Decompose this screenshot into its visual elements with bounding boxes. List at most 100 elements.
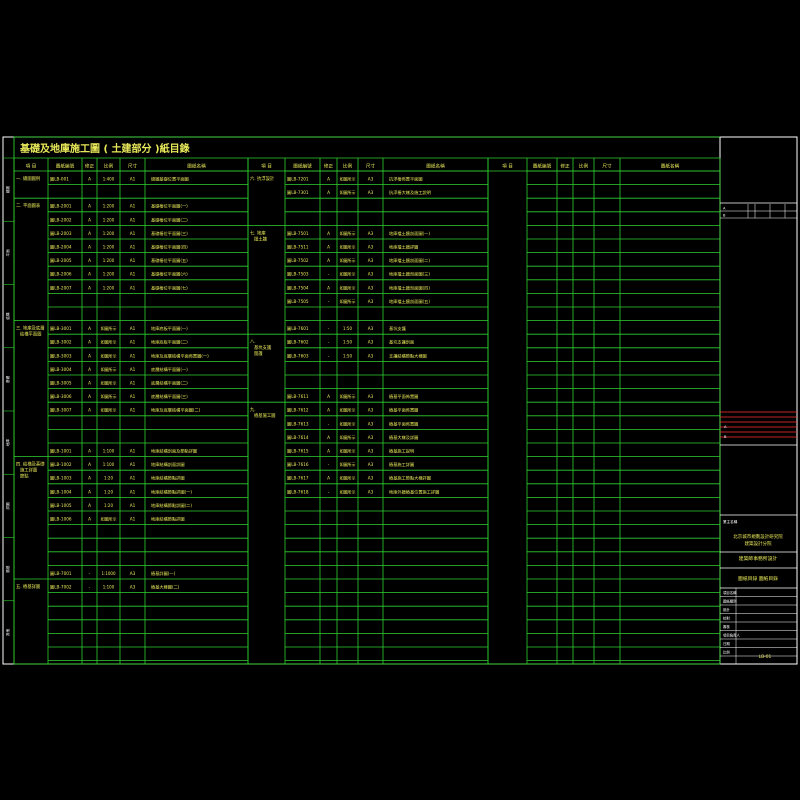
scale: 1:200: [103, 258, 115, 263]
size: A3: [368, 462, 374, 467]
size: A1: [130, 462, 136, 467]
scale: 如圖所示: [101, 393, 117, 399]
drawing-name: 基礎樁位平面圖(七): [151, 284, 188, 291]
drawing-name: 地庫擋土牆剖面圖(三): [389, 271, 430, 278]
drawing-name: 基礎樁位平面圖(六): [151, 271, 188, 278]
drawing-name: 基礎樁位平面圖(四): [151, 244, 188, 251]
size: A1: [130, 353, 136, 358]
section-label: 一. 總圖圖例: [16, 175, 40, 182]
section-label: 四. 結構及基礎: [16, 461, 45, 468]
drawing-name: 底層結構平面圖(三): [151, 393, 188, 400]
section-label: 三. 地庫及底層: [16, 325, 45, 332]
revision: A: [327, 449, 330, 454]
drawing-name: 支護結構節點大樣圖: [389, 352, 427, 359]
revision: A: [327, 231, 330, 236]
sidebar-label: 總圖: [5, 186, 10, 194]
scale: 如圖所示: [101, 407, 117, 413]
sidebar-label: 結構: [5, 312, 10, 320]
size: A3: [368, 177, 374, 182]
sidebar-label: 其他: [5, 628, 10, 636]
drawing-name: 地庫底板平面圖(二): [151, 339, 188, 346]
size: A1: [130, 381, 136, 386]
revision: A: [88, 462, 91, 467]
scale: 如圖所示: [340, 230, 356, 236]
header-cell: 修正: [85, 163, 95, 170]
size: A1: [130, 340, 136, 345]
revision: A: [327, 408, 330, 413]
drawing-name: 地庫結構剖面詳圖: [151, 461, 185, 468]
size: A1: [130, 503, 136, 508]
scale: 如圖所示: [340, 434, 356, 440]
drawing-name: 總圖基礎位置平面圖: [151, 176, 189, 183]
header-cell: 比例: [104, 163, 114, 170]
size: A1: [130, 489, 136, 494]
scale: 1:200: [103, 217, 115, 222]
revision: A: [88, 340, 91, 345]
header-cell: 比例: [343, 163, 353, 170]
size: A1: [130, 367, 136, 372]
scale: 1:200: [103, 245, 115, 250]
section-label-line2: 結構平面圖: [20, 331, 41, 338]
section-label: 二. 平面圖表: [16, 202, 41, 209]
tb-client-name-2: 建築設計分院: [745, 540, 772, 547]
scale: 如圖所示: [101, 366, 117, 372]
scale: 如圖所示: [340, 176, 356, 182]
drawing-name: 地庫擋土牆剖面圖(五): [389, 298, 430, 305]
section-label-line2: 施工詳圖: [20, 467, 37, 474]
revision: A: [88, 353, 91, 358]
size: A3: [368, 408, 374, 413]
size: A3: [368, 245, 374, 250]
scale: 如圖所示: [101, 516, 117, 522]
drawing-name: 基礎樁位平面圖(二): [151, 216, 188, 223]
tb-firm: 建築師事務所設計: [739, 555, 778, 562]
header-cell: 圖紙名稱: [426, 163, 445, 170]
drawing-name: 地庫結構節點詳圖: [151, 475, 185, 482]
sidebar-label: 地庫: [5, 439, 10, 447]
section-label-line3: 圍護: [254, 350, 263, 357]
scale: 如圖所示: [340, 407, 356, 413]
size: A3: [130, 585, 136, 590]
drawing-name: 地庫擋土牆剖面圖(一): [389, 230, 430, 237]
tb-sheet-no: LB-01: [759, 654, 772, 660]
header-cell: 尺寸: [128, 163, 138, 170]
size: A1: [130, 217, 136, 222]
drawing-name: 抗浮樁大樣及施工說明: [389, 189, 431, 196]
size: A3: [368, 190, 374, 195]
scale: 1:100: [103, 449, 115, 454]
drawing-name: 基礎樁位平面圖(五): [151, 257, 188, 264]
drawing-name: 基礎樁位平面圖(三): [151, 230, 188, 237]
size: A1: [130, 394, 136, 399]
size: A1: [130, 231, 136, 236]
scale: 如圖所示: [340, 244, 356, 250]
revision: A: [327, 177, 330, 182]
size: A1: [130, 285, 136, 290]
drawing-name: 底層結構平面圖(一): [151, 366, 188, 373]
drawing-name: 基坑支護: [389, 325, 407, 332]
revision: A: [88, 517, 91, 522]
drawing-name: 地庫擋土牆詳圖: [389, 244, 418, 251]
section-label-line2: 擋土牆: [254, 235, 268, 242]
size: A3: [368, 299, 374, 304]
scale: 1:50: [343, 340, 352, 345]
size: A3: [130, 571, 136, 576]
size: A3: [368, 231, 374, 236]
scale: 如圖所示: [101, 352, 117, 358]
size: A1: [130, 272, 136, 277]
drawing-name: 基坑支護剖面: [389, 339, 414, 346]
scale: 1:20: [104, 489, 113, 494]
size: A1: [130, 449, 136, 454]
scale: 如圖所示: [340, 271, 356, 277]
drawing-name: 地庫結構節點詳圖(一): [151, 488, 192, 495]
header-cell: 圖紙名稱: [187, 163, 206, 170]
scale: 1:200: [103, 204, 115, 209]
drawing-name: 樁基平面佈置圖: [389, 393, 418, 400]
scale: 1:1000: [101, 571, 116, 576]
scale: 如圖所示: [101, 339, 117, 345]
scale: 如圖所示: [340, 475, 356, 481]
scale: 如圖所示: [340, 461, 356, 467]
drawing-name: 地庫結構剖面及節點詳圖: [151, 448, 197, 455]
header-cell: 圖紙編號: [293, 163, 312, 170]
revision: A: [88, 367, 91, 372]
scale: 1:200: [103, 272, 115, 277]
header-cell: 圖紙名稱: [661, 163, 680, 170]
